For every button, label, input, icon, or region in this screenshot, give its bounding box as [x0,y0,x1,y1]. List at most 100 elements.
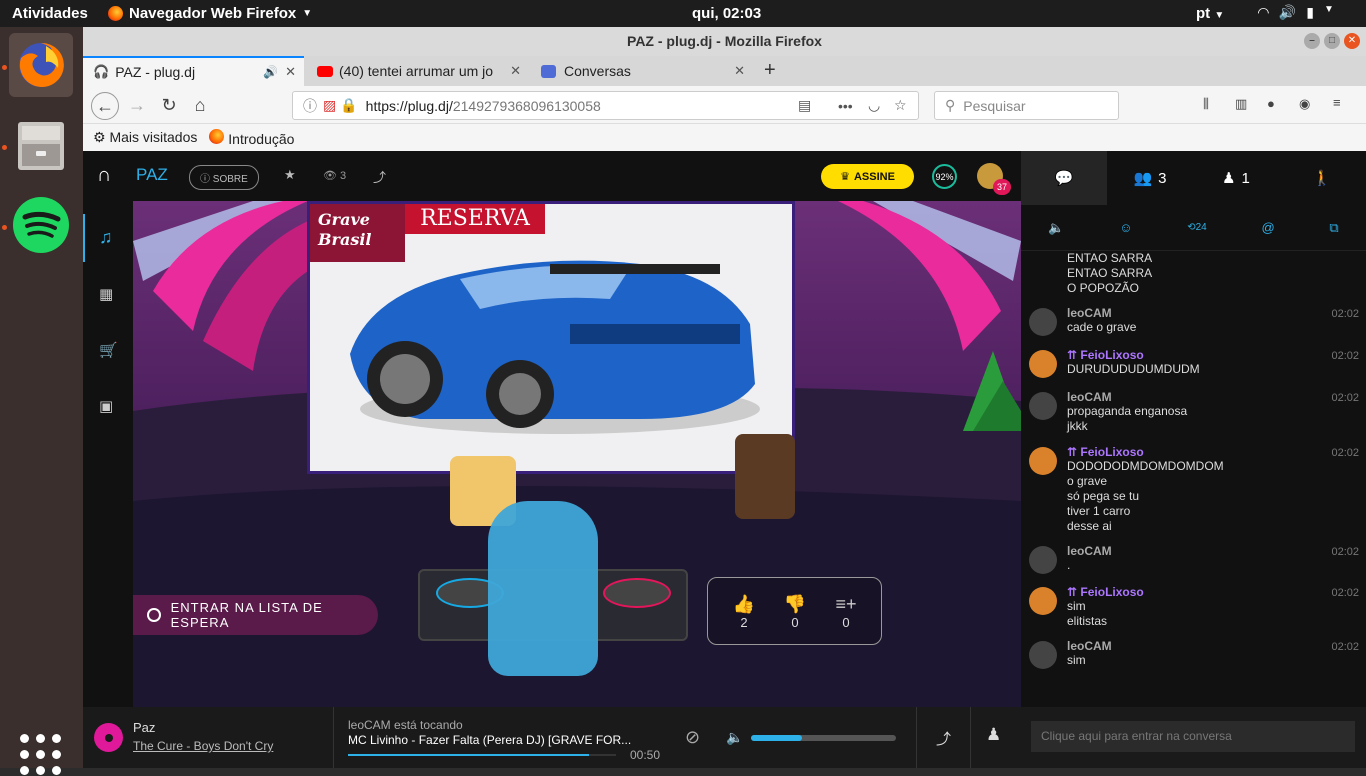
language-indicator[interactable]: pt ▼ [1196,5,1224,22]
close-window-button[interactable]: ✕ [1344,33,1360,49]
calendar-icon[interactable]: ▣ [99,397,113,415]
clock[interactable]: qui, 02:03 [692,5,761,22]
video-player[interactable]: Grave Brasil RESERVA [307,201,795,474]
tab-waitlist[interactable]: ♟ 1 [1193,151,1279,205]
headphones-logo-icon[interactable]: ∩ [97,164,111,187]
dj-cycle-icon[interactable]: ♟ [986,725,1001,745]
tab-conversas[interactable]: Conversas ✕ [531,56,753,86]
mute-video-icon[interactable]: ⊘ [685,727,700,748]
room-name[interactable]: PAZ [136,165,168,185]
join-waitlist-button[interactable]: ENTRAR NA LISTA DE ESPERA [133,595,378,635]
playlist-disc-icon[interactable] [94,723,123,752]
info-icon[interactable]: ⓘ [303,96,317,116]
maximize-button[interactable]: □ [1324,33,1340,49]
home-button[interactable]: ⌂ [187,92,213,118]
chat-input[interactable]: Clique aqui para entrar na conversa [1031,721,1355,752]
popout-icon[interactable]: ⧉ [1329,220,1338,236]
grab-button[interactable]: ≡+ 0 [832,594,860,630]
playlist-music-icon[interactable]: ♫ [99,227,113,248]
forward-button[interactable]: → [124,92,150,118]
search-bar[interactable]: ⚲ Pesquisar [934,91,1119,120]
chat-username[interactable]: leoCAM [1067,390,1366,404]
url-bar[interactable]: ⓘ ▨ 🔒 https://plug.dj/214927936809613005… [292,91,919,120]
chat-username[interactable]: leoCAM [1067,639,1366,653]
insecure-lock-icon[interactable]: 🔒 [340,97,357,114]
volume-icon[interactable]: 🔈 [726,729,743,746]
chat-username[interactable]: leoCAM [1067,544,1366,558]
app-menu[interactable]: Navegador Web Firefox ▼ [108,5,312,22]
bookmark-most-visited[interactable]: ⚙ Mais visitados [93,129,197,146]
menu-icon[interactable]: ≡ [1333,95,1341,110]
chat-username[interactable]: ⇈ FeioLixoso [1067,585,1366,599]
volume-slider[interactable] [751,735,896,741]
tab-plug[interactable]: 🎧 PAZ - plug.dj 🔊 ✕ [83,56,304,86]
minimize-button[interactable]: – [1304,33,1320,49]
tab-youtube[interactable]: (40) tentei arrumar um jo ✕ [307,56,529,86]
tab-staff[interactable]: 🚶 [1279,151,1365,205]
system-tray[interactable]: ◠ 🔊 ▮ ▼ [1258,4,1334,21]
sound-filter-icon[interactable]: 🔈 [1048,220,1064,236]
extension-icon[interactable]: ● [1267,96,1275,111]
shop-cart-icon[interactable]: 🛒 [99,341,118,359]
level-progress[interactable]: 92% [932,164,957,189]
avatar-rocker[interactable] [735,434,795,519]
chat-line: jkkk [1067,419,1088,433]
meh-button[interactable]: 👎 0 [781,594,809,630]
about-button[interactable]: ⓘ SOBRE [189,165,259,190]
activities-button[interactable]: Atividades [12,5,88,22]
chevron-down-icon: ▼ [1214,10,1225,21]
dock-files[interactable] [9,113,73,177]
tab-chat[interactable]: 💬 [1021,151,1107,205]
plug-app: ∩ PAZ ⓘ SOBRE ★ 👁 3 ⤴ ♛ ASSINE 92% 37 ♫ … [83,151,1366,768]
speaker-icon[interactable]: 🔊 [263,65,278,79]
chat-username[interactable]: ⇈ FeioLixoso [1067,445,1366,459]
sidebar-icon[interactable]: ▥ [1235,96,1247,112]
history-filter-icon[interactable]: ⟲24 [1187,222,1207,233]
rooms-grid-icon[interactable]: ▦ [99,285,113,303]
woot-button[interactable]: 👍 2 [730,594,758,630]
chat-username[interactable]: leoCAM [1067,306,1366,320]
tab-audience[interactable]: 👥 3 [1107,151,1193,205]
user-avatar[interactable] [1029,392,1057,420]
new-tab-button[interactable]: + [764,59,776,82]
favorite-star-icon[interactable]: ★ [284,167,296,183]
user-avatar[interactable] [1029,350,1057,378]
autoplay-blocked-icon[interactable]: ▨ [323,97,336,114]
user-avatar[interactable] [1029,641,1057,669]
page-actions-icon[interactable]: ••• [838,98,853,114]
bookmark-introducao[interactable]: Introdução [209,128,294,147]
user-avatar[interactable] [1029,587,1057,615]
chat-username[interactable]: ⇈ FeioLixoso [1067,348,1366,362]
pocket-icon[interactable]: ◡ [868,97,880,114]
playlist-next-track[interactable]: The Cure - Boys Don't Cry [133,739,273,753]
staff-badge-icon: ⇈ [1067,348,1078,362]
user-avatar[interactable] [1029,447,1057,475]
add-to-playlist-icon: ≡+ [835,594,857,614]
back-button[interactable]: ← [91,92,119,120]
chat-line: . [1067,558,1071,572]
share-icon[interactable]: ⤴ [936,728,951,749]
dock-firefox[interactable] [9,33,73,97]
notification-badge[interactable]: 37 [993,179,1011,195]
close-tab-icon[interactable]: ✕ [285,64,296,80]
close-tab-icon[interactable]: ✕ [510,63,521,79]
show-applications-button[interactable] [20,734,62,776]
share-icon[interactable]: ⤴ [373,167,386,186]
bookmarks-toolbar: ⚙ Mais visitados Introdução [83,124,1366,151]
account-icon[interactable]: ◉ [1299,96,1310,112]
subscribe-button[interactable]: ♛ ASSINE [821,164,914,189]
user-avatar[interactable] [1029,308,1057,336]
close-tab-icon[interactable]: ✕ [734,63,745,79]
mention-filter-icon[interactable]: @ [1261,220,1274,235]
waitlist-label: ENTRAR NA LISTA DE ESPERA [170,600,323,630]
reader-view-icon[interactable]: ▤ [798,97,811,114]
emoji-filter-icon[interactable]: ☺ [1119,220,1132,235]
reload-button[interactable]: ↻ [156,92,182,118]
bookmark-star-icon[interactable]: ☆ [894,97,907,114]
staff-badge-icon: ⇈ [1067,585,1078,599]
user-avatar[interactable] [1029,546,1057,574]
avatar-blue-dragon[interactable] [488,501,598,676]
window-titlebar: PAZ - plug.dj - Mozilla Firefox – □ ✕ [83,27,1366,56]
library-icon[interactable]: ⫼ [1203,96,1209,112]
dock-spotify[interactable] [9,193,73,257]
